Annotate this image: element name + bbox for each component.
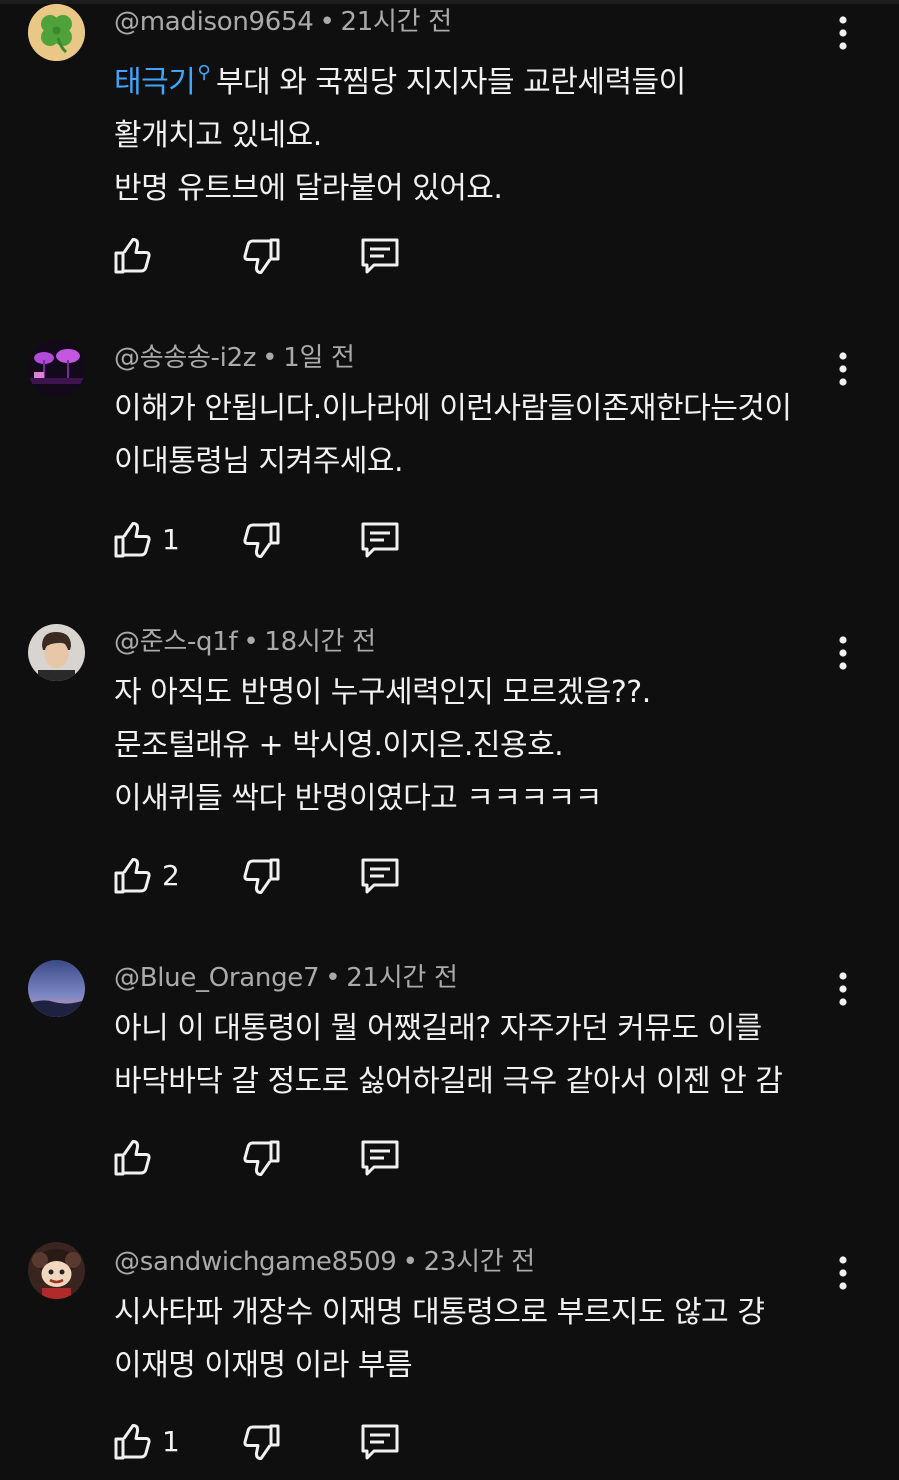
comment-time[interactable]: 1일 전 (283, 343, 355, 373)
comment-line: 이재명 이재명 이라 부름 (114, 1348, 413, 1383)
dislike-button[interactable] (242, 854, 282, 898)
comment-line: 문조털래유 + 박시영.이지은.진용호. (114, 728, 564, 763)
dislike-button[interactable] (242, 518, 282, 562)
like-button[interactable] (112, 234, 162, 278)
avatar[interactable] (28, 340, 85, 397)
top-divider (0, 0, 899, 4)
comment-time[interactable]: 21시간 전 (346, 963, 458, 993)
comment-line-text: 부대 와 국찜당 지지자들 교란세력들이 (216, 65, 686, 100)
thumbs-up-icon (114, 858, 151, 894)
avatar[interactable] (28, 624, 85, 681)
comment-line: 이대통령님 지켜주세요. (114, 444, 404, 479)
search-icon: ⚲ (197, 62, 210, 83)
character-avatar-icon (28, 1242, 85, 1299)
thumbs-down-icon (243, 858, 280, 894)
thumbs-down-icon (243, 522, 280, 558)
thumbs-down-icon (243, 1140, 280, 1176)
comment-author[interactable]: @madison9654 (114, 7, 314, 37)
comment-meta: @madison9654 • 21시간 전 (114, 6, 452, 38)
comment-time[interactable]: 21시간 전 (341, 7, 453, 37)
meta-separator: • (402, 1247, 418, 1277)
comment-meta: @준스-q1f • 18시간 전 (114, 626, 376, 658)
comment-meta: @sandwichgame8509 • 23시간 전 (114, 1246, 535, 1278)
comment-actions: 1 (112, 518, 432, 562)
comment-meta: @송송송-i2z • 1일 전 (114, 342, 355, 374)
reply-button[interactable] (358, 518, 402, 562)
comment-time[interactable]: 18시간 전 (264, 627, 376, 657)
reply-button[interactable] (358, 234, 402, 278)
comment-author[interactable]: @준스-q1f (114, 627, 238, 657)
person-avatar-icon (28, 624, 85, 681)
comment-author[interactable]: @sandwichgame8509 (114, 1247, 397, 1277)
comment-text: 이해가 안됩니다.이나라에 이런사람들이존재한다는것이 이대통령님 지켜주세요. (114, 382, 844, 488)
like-count: 2 (162, 859, 180, 892)
dislike-button[interactable] (242, 1420, 282, 1464)
like-button[interactable]: 1 (112, 1420, 180, 1464)
comment-text: 시사타파 개장수 이재명 대통령으로 부르지도 않고 걍 이재명 이재명 이라 … (114, 1286, 844, 1392)
dislike-button[interactable] (242, 234, 282, 278)
comment-line: 바닥바닥 갈 정도로 싫어하길래 극우 같아서 이젠 안 감 (114, 1064, 783, 1099)
comment-actions: 1 (112, 1420, 432, 1464)
dislike-button[interactable] (242, 1136, 282, 1180)
like-button[interactable] (112, 1136, 162, 1180)
comment-actions (112, 1136, 432, 1180)
comment-text: 태극기 ⚲ 부대 와 국찜당 지지자들 교란세력들이 활개치고 있네요. 반명 유트… (114, 46, 844, 215)
hashtag-link[interactable]: 태극기 (114, 65, 196, 100)
reply-icon (361, 858, 399, 894)
comment-line: 아니 이 대통령이 뭘 어쨌길래? 자주가던 커뮤도 이를 (114, 1011, 762, 1046)
reply-button[interactable] (358, 854, 402, 898)
comment-line: 시사타파 개장수 이재명 대통령으로 부르지도 않고 걍 (114, 1295, 765, 1330)
comment-meta: @Blue_Orange7 • 21시간 전 (114, 962, 458, 994)
comment-line: 반명 유트브에 달라붙어 있어요. (114, 171, 503, 206)
comment-line: 이새퀴들 싹다 반명이였다고 ㅋㅋㅋㅋㅋ (114, 781, 602, 816)
like-button[interactable]: 2 (112, 854, 180, 898)
comment-actions: 2 (112, 854, 432, 898)
reply-icon (361, 1140, 399, 1176)
meta-separator: • (262, 343, 278, 373)
reply-button[interactable] (358, 1420, 402, 1464)
night-scene-avatar-icon (28, 340, 85, 397)
like-count: 1 (162, 523, 180, 556)
comment-text: 아니 이 대통령이 뭘 어쨌길래? 자주가던 커뮤도 이를 바닥바닥 갈 정도로… (114, 1002, 844, 1108)
thumbs-up-icon (114, 522, 151, 558)
comment-line: 이해가 안됩니다.이나라에 이런사람들이존재한다는것이 (114, 391, 792, 426)
reply-icon (361, 522, 399, 558)
comment-author[interactable]: @Blue_Orange7 (114, 963, 320, 993)
like-count: 1 (162, 1425, 180, 1458)
comment-time[interactable]: 23시간 전 (424, 1247, 536, 1277)
comment-actions (112, 234, 432, 278)
like-button[interactable]: 1 (112, 518, 180, 562)
meta-separator: • (319, 7, 335, 37)
avatar[interactable] (28, 4, 85, 61)
thumbs-up-icon (114, 238, 151, 274)
meta-separator: • (243, 627, 259, 657)
thumbs-down-icon (243, 1424, 280, 1460)
thumbs-down-icon (243, 238, 280, 274)
comment-line: 자 아직도 반명이 누구세력인지 모르겠음??. (114, 675, 651, 710)
thumbs-up-icon (114, 1424, 151, 1460)
sky-avatar-icon (28, 960, 85, 1017)
meta-separator: • (325, 963, 341, 993)
comment-line: 활개치고 있네요. (114, 118, 322, 153)
avatar[interactable] (28, 960, 85, 1017)
avatar[interactable] (28, 1242, 85, 1299)
thumbs-up-icon (114, 1140, 151, 1176)
reply-icon (361, 238, 399, 274)
reply-button[interactable] (358, 1136, 402, 1180)
clover-avatar-icon (28, 4, 85, 61)
reply-icon (361, 1424, 399, 1460)
comment-line: 태극기 ⚲ 부대 와 국찜당 지지자들 교란세력들이 (114, 46, 844, 109)
comment-text: 자 아직도 반명이 누구세력인지 모르겠음??. 문조털래유 + 박시영.이지은… (114, 666, 844, 825)
comment-author[interactable]: @송송송-i2z (114, 343, 256, 373)
